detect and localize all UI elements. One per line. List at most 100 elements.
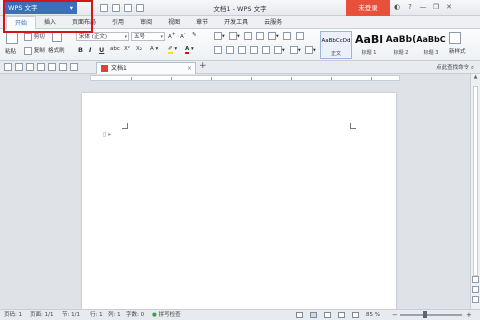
spell-check-toggle[interactable]: ● 拼写检查 — [152, 310, 181, 320]
tab-home[interactable]: 开始 — [6, 16, 37, 29]
close-icon[interactable]: ✕ — [444, 2, 454, 13]
align-left-button[interactable] — [214, 46, 222, 54]
ruler-tick — [131, 77, 132, 80]
document-page[interactable] — [82, 93, 396, 309]
tab-page-layout[interactable]: 页面布局 — [64, 16, 104, 29]
sort-button[interactable] — [283, 32, 291, 40]
align-right-button[interactable] — [238, 46, 246, 54]
vertical-scrollbar[interactable]: ▲ — [470, 74, 480, 309]
style-preview: AaBb( — [385, 35, 417, 45]
reading-view-icon[interactable] — [352, 312, 359, 318]
undo-icon[interactable] — [59, 63, 67, 71]
justify-button[interactable] — [250, 46, 258, 54]
export-icon[interactable] — [26, 63, 34, 71]
tab-references[interactable]: 引用 — [104, 16, 132, 29]
page-view-icon[interactable] — [296, 312, 303, 318]
preview-icon[interactable] — [48, 63, 56, 71]
scroll-up-icon[interactable]: ▲ — [471, 74, 480, 82]
zoom-level[interactable]: 85 % — [366, 310, 380, 320]
tab-chapter[interactable]: 章节 — [188, 16, 216, 29]
status-page-count[interactable]: 页面: 1/1 — [30, 310, 53, 320]
side-tools — [472, 276, 479, 303]
outline-view-icon[interactable] — [324, 312, 331, 318]
horizontal-ruler[interactable] — [90, 75, 400, 81]
full-screen-view-icon[interactable] — [310, 312, 317, 318]
shading-button[interactable]: ▾ — [290, 46, 301, 54]
select-browse-icon[interactable] — [472, 286, 479, 293]
tab-developer[interactable]: 开发工具 — [216, 16, 256, 29]
tab-insert[interactable]: 插入 — [36, 16, 64, 29]
new-style-icon — [449, 32, 461, 44]
document-tab[interactable]: 文档1 × — [96, 62, 196, 74]
new-tab-button[interactable]: + — [199, 61, 207, 71]
tab-cloud[interactable]: 云服务 — [256, 16, 290, 29]
line-spacing-button[interactable]: ▾ — [274, 46, 285, 54]
align-right-icon — [238, 46, 246, 54]
underline-button[interactable]: U — [99, 46, 104, 54]
scroll-track[interactable] — [473, 86, 478, 276]
borders-icon — [305, 46, 313, 54]
status-page-number[interactable]: 页码: 1 — [4, 310, 22, 320]
save-icon[interactable] — [15, 63, 23, 71]
zoom-out-button[interactable]: − — [392, 310, 398, 320]
paste-button[interactable] — [6, 32, 18, 44]
skin-icon[interactable]: ◐ — [392, 2, 402, 13]
status-section[interactable]: 节: 1/1 — [62, 310, 80, 320]
chinese-layout-button[interactable]: ▾ — [268, 32, 279, 40]
zoom-in-button[interactable]: + — [466, 310, 472, 320]
superscript-button[interactable]: X² — [124, 46, 130, 52]
help-icon[interactable]: ? — [405, 2, 415, 13]
status-word-count[interactable]: 字数: 0 — [126, 310, 144, 320]
next-page-icon[interactable] — [472, 296, 479, 303]
align-center-button[interactable] — [226, 46, 234, 54]
prev-page-icon[interactable] — [472, 276, 479, 283]
tab-view[interactable]: 视图 — [160, 16, 188, 29]
folder-icon[interactable] — [4, 63, 12, 71]
style-heading-3[interactable]: AaBbC 标题 3 — [415, 31, 447, 59]
numbering-button[interactable]: ▾ — [229, 32, 240, 40]
tab-review[interactable]: 审阅 — [132, 16, 160, 29]
italic-button[interactable]: I — [89, 46, 91, 54]
bold-button[interactable]: B — [78, 46, 83, 54]
bullets-button[interactable]: ▾ — [214, 32, 225, 40]
font-color-button[interactable]: A ▾ — [185, 46, 194, 54]
style-heading-2[interactable]: AaBb( 标题 2 — [385, 31, 417, 59]
new-style-button[interactable] — [449, 32, 461, 44]
font-name-select[interactable]: 宋体 (正文) — [76, 32, 129, 41]
clear-format-button[interactable]: ✎ — [192, 32, 197, 38]
decrease-indent-button[interactable] — [244, 32, 252, 40]
login-button[interactable]: 未登录 — [346, 0, 390, 16]
copy-button[interactable]: 复制 — [24, 46, 45, 55]
format-painter-label: 格式刷 — [48, 48, 65, 54]
find-command-box[interactable]: 点此查找命令 ⌕ — [436, 63, 474, 72]
style-normal[interactable]: AaBbCcDd 正文 — [320, 31, 352, 59]
close-tab-icon[interactable]: × — [187, 63, 192, 74]
strikethrough-button[interactable]: abc — [110, 46, 120, 52]
redo-icon[interactable] — [70, 63, 78, 71]
minimize-icon[interactable]: — — [418, 2, 428, 13]
zoom-slider[interactable] — [400, 314, 462, 316]
increase-indent-button[interactable] — [256, 32, 264, 40]
numbered-list-icon — [229, 32, 237, 40]
distribute-button[interactable] — [262, 46, 270, 54]
restore-icon[interactable]: ❐ — [431, 2, 441, 13]
highlight-color-button[interactable]: ✐ ▾ — [168, 46, 177, 54]
new-style-label: 新样式 — [449, 49, 466, 55]
grow-font-button[interactable]: A+ — [168, 32, 176, 40]
font-size-select[interactable]: 五号 — [131, 32, 165, 41]
zoom-slider-handle[interactable] — [423, 311, 427, 318]
format-painter-button[interactable] — [52, 32, 62, 42]
style-heading-1[interactable]: AaBl 标题 1 — [353, 31, 385, 59]
status-column[interactable]: 列: 1 — [108, 310, 121, 320]
shrink-font-button[interactable]: A- — [180, 32, 185, 40]
document-tab-bar: 文档1 × + 点此查找命令 ⌕ — [0, 61, 480, 74]
print-icon[interactable] — [37, 63, 45, 71]
status-row[interactable]: 行: 1 — [90, 310, 103, 320]
borders-button[interactable]: ▾ — [305, 46, 316, 54]
show-marks-button[interactable] — [296, 32, 304, 40]
cut-button[interactable]: 剪切 — [24, 32, 45, 41]
subscript-button[interactable]: X₂ — [136, 46, 142, 52]
web-view-icon[interactable] — [338, 312, 345, 318]
indent-icon — [256, 32, 264, 40]
font-effects-button[interactable]: A ▾ — [150, 46, 158, 52]
